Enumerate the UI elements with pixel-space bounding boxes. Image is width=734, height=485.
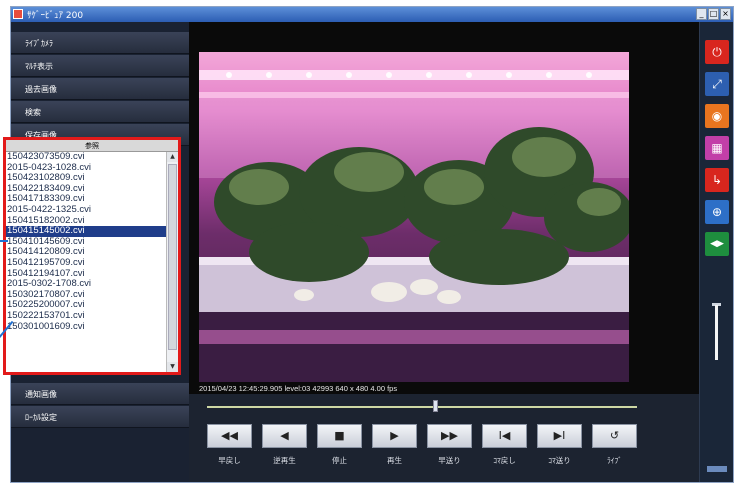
scroll-up-icon[interactable]: ▲ xyxy=(167,152,178,162)
list-item[interactable]: 150301001609.cvi xyxy=(6,321,166,333)
record-button[interactable]: ▦ xyxy=(705,136,729,160)
maximize-button[interactable]: □ xyxy=(708,8,719,20)
power-button[interactable]: ⏻ xyxy=(705,40,729,64)
play-icon: ▶ xyxy=(390,429,399,442)
play-label: 再生 xyxy=(387,456,402,465)
minimize-button[interactable]: _ xyxy=(696,8,707,20)
stop-icon: ■ xyxy=(334,429,345,442)
camera-video[interactable] xyxy=(199,52,629,382)
sidebar-item-multi-view[interactable]: ﾏﾙﾁ表示 xyxy=(11,55,189,77)
annotation-arrow xyxy=(0,240,8,242)
fast-forward-label: 早送り xyxy=(438,456,461,465)
sidebar-item-live-camera[interactable]: ﾗｲﾌﾞｶﾒﾗ xyxy=(11,32,189,54)
play-button[interactable]: ▶ xyxy=(372,424,417,448)
seek-bar[interactable] xyxy=(207,406,637,408)
fullscreen-button[interactable]: ⤢ xyxy=(705,72,729,96)
reverse-play-icon: ◀ xyxy=(280,429,289,442)
live-label: ﾗｲﾌﾞ xyxy=(607,456,622,465)
volume-slider[interactable] xyxy=(715,305,718,360)
video-area: 2015/04/23 12:45:29.905 level:03 42993 6… xyxy=(189,22,699,394)
audio-button[interactable]: ◀▶ xyxy=(705,232,729,256)
reverse-play-button[interactable]: ◀ xyxy=(262,424,307,448)
sidebar-item-local-settings[interactable]: ﾛｰｶﾙ設定 xyxy=(11,406,189,428)
app-icon xyxy=(13,9,23,19)
window-title: ｻｹﾞｰﾋﾞｭｱ 200 xyxy=(27,11,84,21)
title-bar: ｻｹﾞｰﾋﾞｭｱ 200 _ □ × xyxy=(11,7,733,22)
playback-panel: ◀◀ ◀ ■ ▶ ▶▶ I◀ ▶I ↺ 早戻し 逆再生 停止 再生 早送り ｺﾏ… xyxy=(189,394,699,482)
frame-forward-label: ｺﾏ送り xyxy=(548,456,571,465)
frame-forward-icon: ▶I xyxy=(553,429,566,442)
sidebar-item-notification-images[interactable]: 通知画像 xyxy=(11,383,189,405)
file-list-scrollbar[interactable]: ▲ ▼ xyxy=(166,152,178,372)
close-button[interactable]: × xyxy=(720,8,731,20)
browse-header[interactable]: 参照 xyxy=(6,140,178,152)
sidebar-item-search[interactable]: 検索 xyxy=(11,101,189,123)
snapshot-button[interactable]: ◉ xyxy=(705,104,729,128)
stop-label: 停止 xyxy=(332,456,347,465)
list-item[interactable]: 150222153701.cvi xyxy=(6,310,166,322)
live-return-icon: ↺ xyxy=(609,429,620,442)
reverse-play-label: 逆再生 xyxy=(273,456,296,465)
frame-back-icon: I◀ xyxy=(498,429,511,442)
frame-back-button[interactable]: I◀ xyxy=(482,424,527,448)
rewind-button[interactable]: ◀◀ xyxy=(207,424,252,448)
fast-forward-icon: ▶▶ xyxy=(441,429,458,442)
fullscreen-icon: ⤢ xyxy=(712,76,722,91)
speaker-icon: ◀▶ xyxy=(710,239,724,249)
scroll-thumb[interactable] xyxy=(168,164,177,350)
seek-handle[interactable] xyxy=(432,400,438,412)
ptz-icon: ⊕ xyxy=(711,205,723,219)
saved-image-panel: 参照 150423073509.cvi 2015-0423-1028.cvi 1… xyxy=(3,137,181,375)
return-arrow-icon: ↳ xyxy=(711,173,723,187)
film-icon: ▦ xyxy=(711,141,723,155)
live-button[interactable]: ↺ xyxy=(592,424,637,448)
rewind-label: 早戻し xyxy=(218,456,241,465)
sidebar-item-past-images[interactable]: 過去画像 xyxy=(11,78,189,100)
power-icon: ⏻ xyxy=(712,44,722,59)
video-status-text: 2015/04/23 12:45:29.905 level:03 42993 6… xyxy=(199,384,398,393)
ptz-button[interactable]: ⊕ xyxy=(705,200,729,224)
list-item[interactable]: 2015-0422-1325.cvi xyxy=(6,204,166,216)
rewind-icon: ◀◀ xyxy=(221,429,238,442)
stop-button[interactable]: ■ xyxy=(317,424,362,448)
fast-forward-button[interactable]: ▶▶ xyxy=(427,424,472,448)
frame-back-label: ｺﾏ戻し xyxy=(493,456,516,465)
resize-grip[interactable] xyxy=(707,466,727,472)
right-toolbar: ⏻ ⤢ ◉ ▦ ↳ ⊕ ◀▶ xyxy=(699,22,733,482)
scroll-down-icon[interactable]: ▼ xyxy=(167,362,178,372)
strawberry-plants-image xyxy=(199,70,629,382)
list-item[interactable]: 150412195709.cvi xyxy=(6,257,166,269)
return-button[interactable]: ↳ xyxy=(705,168,729,192)
file-list[interactable]: 150423073509.cvi 2015-0423-1028.cvi 1504… xyxy=(6,152,166,372)
camera-icon: ◉ xyxy=(711,109,723,123)
frame-forward-button[interactable]: ▶I xyxy=(537,424,582,448)
list-item[interactable]: 150423073509.cvi xyxy=(6,152,166,163)
